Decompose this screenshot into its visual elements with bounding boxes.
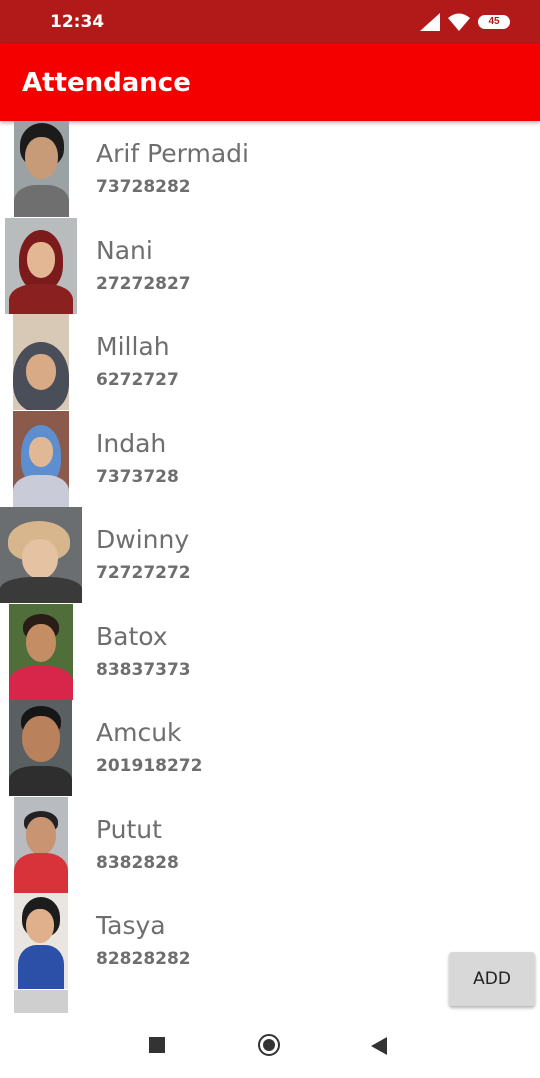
- list-item[interactable]: Putut 8382828: [0, 797, 540, 893]
- student-name: Arif Permadi: [96, 139, 249, 168]
- status-bar: 12:34 45: [0, 0, 540, 44]
- list-item[interactable]: Arif Permadi 73728282: [0, 121, 540, 217]
- recents-square-icon[interactable]: [149, 1037, 165, 1053]
- student-id: 82828282: [96, 949, 191, 969]
- avatar: [13, 314, 69, 410]
- home-circle-icon[interactable]: [258, 1034, 280, 1056]
- avatar: [0, 507, 82, 603]
- list-item[interactable]: Millah 6272727: [0, 314, 540, 410]
- student-list[interactable]: Arif Permadi 73728282 Nani 27272827 Mill…: [0, 121, 540, 1013]
- student-id: 6272727: [96, 370, 179, 390]
- student-id: 8382828: [96, 853, 179, 873]
- student-name: Putut: [96, 815, 162, 844]
- avatar: [5, 218, 77, 314]
- avatar: [9, 604, 73, 700]
- student-name: Dwinny: [96, 525, 190, 554]
- app-bar: Attendance: [0, 44, 540, 121]
- student-name: Indah: [96, 429, 167, 458]
- avatar: [14, 893, 68, 989]
- student-name: Batox: [96, 622, 168, 651]
- student-name: Nani: [96, 236, 153, 265]
- list-item[interactable]: Nani 27272827: [0, 218, 540, 314]
- back-triangle-icon[interactable]: [371, 1037, 387, 1055]
- list-item[interactable]: Indah 7373728: [0, 411, 540, 507]
- status-icons: 45: [420, 13, 510, 33]
- avatar: [14, 121, 69, 217]
- student-id: 72727272: [96, 563, 191, 583]
- student-id: 27272827: [96, 274, 191, 294]
- student-name: Amcuk: [96, 718, 182, 747]
- student-name: Millah: [96, 332, 170, 361]
- wifi-icon: [448, 13, 470, 31]
- student-id: 7373728: [96, 467, 179, 487]
- avatar: [14, 797, 68, 893]
- avatar: [14, 990, 68, 1013]
- avatar: [9, 700, 72, 796]
- student-id: 73728282: [96, 177, 191, 197]
- student-name: Tasya: [96, 911, 166, 940]
- status-time: 12:34: [50, 12, 105, 32]
- avatar: [13, 411, 69, 507]
- list-item[interactable]: Amcuk 201918272: [0, 700, 540, 796]
- add-button[interactable]: ADD: [449, 952, 535, 1006]
- list-item[interactable]: Batox 83837373: [0, 604, 540, 700]
- list-item[interactable]: Dwinny 72727272: [0, 507, 540, 603]
- page-title: Attendance: [22, 68, 191, 98]
- signal-icon: [420, 13, 440, 31]
- student-id: 201918272: [96, 756, 203, 776]
- student-id: 83837373: [96, 660, 191, 680]
- battery-icon: 45: [478, 15, 510, 29]
- navigation-bar: [0, 1013, 540, 1078]
